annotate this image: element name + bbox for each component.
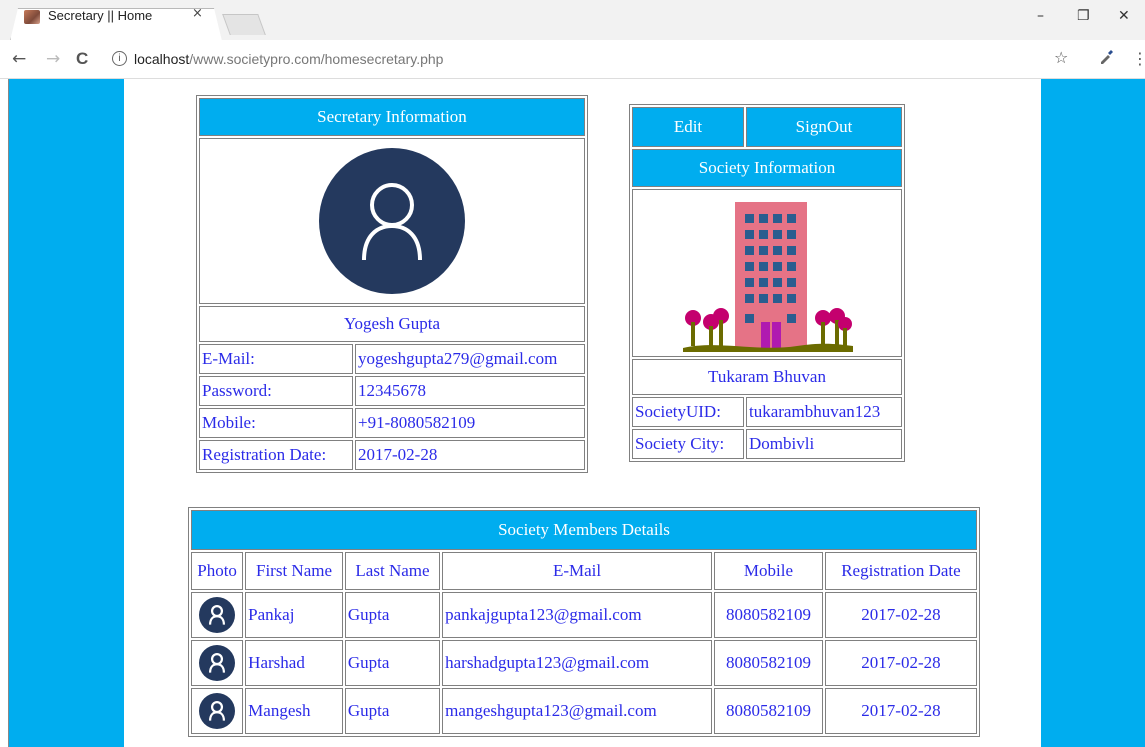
society-name: Tukaram Bhuvan	[632, 359, 902, 395]
back-icon[interactable]: ←	[12, 49, 26, 69]
secretary-name: Yogesh Gupta	[199, 306, 585, 342]
members-header: Society Members Details	[191, 510, 977, 550]
new-tab-button[interactable]	[222, 14, 266, 35]
page-content: Secretary Information Yogesh Gupta E-Mai…	[124, 79, 1041, 747]
member-last-name: Gupta	[344, 640, 441, 686]
favicon-icon	[24, 10, 40, 24]
browser-menu-icon[interactable]: ⋮	[1132, 49, 1145, 68]
bookmark-star-icon[interactable]: ☆	[1054, 48, 1068, 67]
col-photo: Photo	[191, 552, 244, 590]
society-info-header: Society Information	[632, 149, 902, 187]
address-bar[interactable]: i localhost/www.societypro.com/homesecre…	[104, 46, 1145, 72]
tab-close-icon[interactable]: ×	[192, 6, 203, 21]
society-city-label: Society City:	[632, 429, 744, 459]
maximize-icon[interactable]: ❐	[1077, 8, 1090, 24]
reload-icon[interactable]: C	[76, 49, 88, 69]
building-icon	[683, 202, 853, 352]
member-photo	[191, 592, 244, 638]
table-row: Mangesh Gupta mangeshgupta123@gmail.com …	[191, 688, 977, 734]
signout-button[interactable]: SignOut	[746, 107, 902, 147]
user-avatar-icon	[199, 693, 236, 729]
table-row: Pankaj Gupta pankajgupta123@gmail.com 80…	[191, 592, 977, 638]
member-photo	[191, 688, 244, 734]
page-viewport: Secretary Information Yogesh Gupta E-Mai…	[8, 79, 1145, 747]
member-email: pankajgupta123@gmail.com	[442, 592, 712, 638]
member-registration-date: 2017-02-28	[824, 688, 977, 734]
member-last-name: Gupta	[344, 592, 441, 638]
mobile-label: Mobile:	[199, 408, 353, 438]
browser-tab-strip: Secretary || Home × – ❐ ✕	[0, 0, 1145, 41]
member-mobile: 8080582109	[714, 640, 823, 686]
tab-title[interactable]: Secretary || Home	[48, 8, 152, 23]
password-value: 12345678	[355, 376, 585, 406]
society-photo-cell	[632, 189, 902, 357]
member-photo	[191, 640, 244, 686]
member-first-name: Pankaj	[245, 592, 343, 638]
registration-date-value: 2017-02-28	[355, 440, 585, 470]
member-email: harshadgupta123@gmail.com	[442, 640, 712, 686]
member-first-name: Mangesh	[245, 688, 343, 734]
member-first-name: Harshad	[245, 640, 343, 686]
user-avatar-icon	[199, 597, 236, 633]
member-email: mangeshgupta123@gmail.com	[442, 688, 712, 734]
member-mobile: 8080582109	[714, 688, 823, 734]
user-avatar-icon	[199, 645, 236, 681]
col-first-name: First Name	[245, 552, 343, 590]
window-close-icon[interactable]: ✕	[1118, 8, 1130, 24]
member-mobile: 8080582109	[714, 592, 823, 638]
browser-toolbar: ← → C i localhost/www.societypro.com/hom…	[0, 40, 1145, 79]
secretary-photo-cell	[199, 138, 585, 304]
info-icon[interactable]: i	[112, 51, 127, 66]
eyedropper-extension-icon[interactable]	[1098, 49, 1114, 69]
user-avatar-icon	[319, 148, 465, 294]
col-registration-date: Registration Date	[824, 552, 977, 590]
secretary-info-table: Secretary Information Yogesh Gupta E-Mai…	[196, 95, 588, 473]
society-uid-value: tukarambhuvan123	[746, 397, 902, 427]
email-label: E-Mail:	[199, 344, 353, 374]
members-table: Society Members Details Photo First Name…	[188, 507, 980, 737]
secretary-info-header: Secretary Information	[199, 98, 585, 136]
edit-button[interactable]: Edit	[632, 107, 744, 147]
forward-icon[interactable]: →	[46, 49, 60, 69]
col-email: E-Mail	[442, 552, 712, 590]
col-mobile: Mobile	[714, 552, 823, 590]
mobile-value: +91-8080582109	[355, 408, 585, 438]
password-label: Password:	[199, 376, 353, 406]
email-value: yogeshgupta279@gmail.com	[355, 344, 585, 374]
minimize-icon[interactable]: –	[1037, 8, 1044, 24]
society-uid-label: SocietyUID:	[632, 397, 744, 427]
member-registration-date: 2017-02-28	[824, 592, 977, 638]
society-city-value: Dombivli	[746, 429, 902, 459]
url-text[interactable]: localhost/www.societypro.com/homesecreta…	[134, 51, 443, 67]
society-info-table: Edit SignOut Society Information Tukaram…	[629, 104, 905, 462]
col-last-name: Last Name	[344, 552, 441, 590]
table-row: Harshad Gupta harshadgupta123@gmail.com …	[191, 640, 977, 686]
registration-date-label: Registration Date:	[199, 440, 353, 470]
member-registration-date: 2017-02-28	[824, 640, 977, 686]
member-last-name: Gupta	[344, 688, 441, 734]
